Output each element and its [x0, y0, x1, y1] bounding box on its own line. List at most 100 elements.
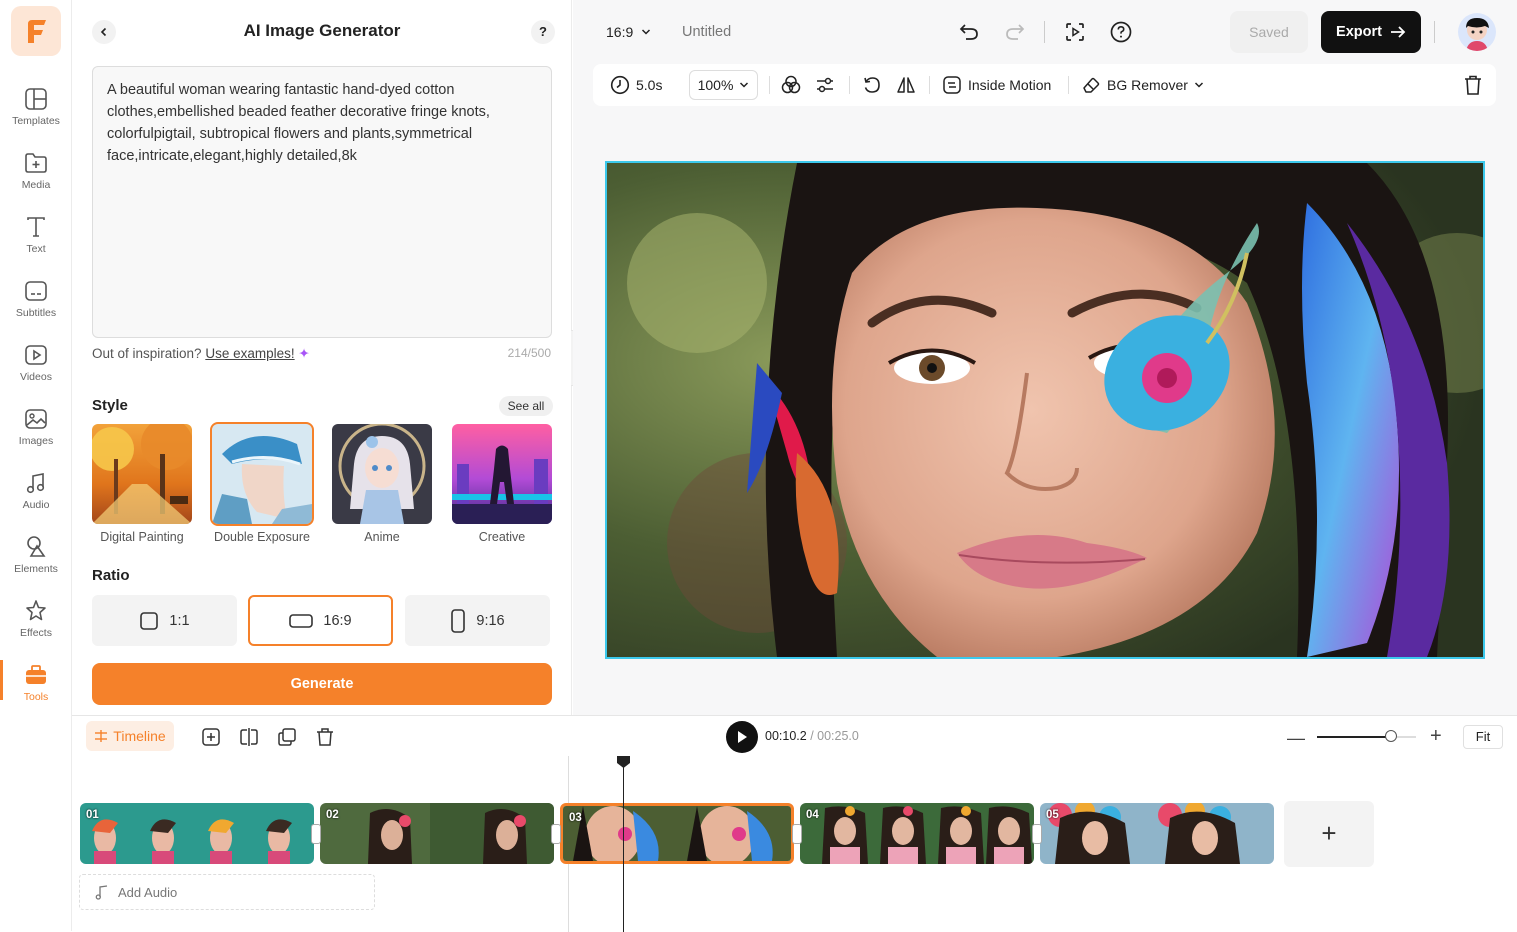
char-count: 214/500: [507, 346, 551, 360]
app-logo[interactable]: [11, 6, 61, 56]
sidebar-item-templates[interactable]: Templates: [0, 80, 72, 140]
rotate-button[interactable]: [861, 64, 883, 106]
clip-04[interactable]: 04: [800, 803, 1034, 864]
zoom-dropdown[interactable]: 100%: [689, 70, 758, 100]
redo-icon[interactable]: [1003, 20, 1027, 44]
filters-button[interactable]: [780, 64, 802, 106]
sidebar-item-elements[interactable]: Elements: [0, 528, 72, 588]
add-track-icon[interactable]: [200, 726, 222, 748]
playhead[interactable]: [623, 756, 624, 932]
timeline-tab-label: Timeline: [113, 728, 166, 744]
style-card-creative[interactable]: Creative: [452, 424, 552, 544]
style-thumbnail: [452, 424, 552, 524]
generate-button[interactable]: Generate: [92, 663, 552, 705]
duration-value: 5.0s: [636, 77, 663, 93]
clip-01[interactable]: 01: [80, 803, 314, 864]
use-examples-link[interactable]: Use examples!: [205, 346, 294, 361]
ratio-option-9-16[interactable]: 9:16: [405, 595, 550, 646]
style-card-anime[interactable]: Anime: [332, 424, 432, 544]
zoom-out-button[interactable]: —: [1287, 728, 1305, 749]
style-card-digital-painting[interactable]: Digital Painting: [92, 424, 192, 544]
zoom-in-button[interactable]: +: [1430, 725, 1442, 748]
add-audio-track[interactable]: Add Audio: [79, 874, 375, 910]
clip-trim-handle[interactable]: [311, 824, 321, 844]
clip-02[interactable]: 02: [320, 803, 554, 864]
project-name[interactable]: Untitled: [682, 24, 731, 40]
ratio-label: 16:9: [323, 612, 352, 629]
style-thumbnail: [92, 424, 192, 524]
ratio-label: 9:16: [476, 612, 505, 629]
duplicate-icon[interactable]: [276, 726, 298, 748]
sidebar-item-subtitles[interactable]: Subtitles: [0, 272, 72, 332]
ai-image-generator-panel: AI Image Generator ? A beautiful woman w…: [72, 0, 572, 715]
clip-03[interactable]: 03: [560, 803, 794, 864]
clip-number: 05: [1046, 809, 1059, 821]
export-button[interactable]: Export: [1321, 11, 1421, 53]
clip-number: 04: [806, 809, 819, 821]
inside-motion-button[interactable]: Inside Motion: [942, 64, 1051, 106]
clip-thumbnails: [80, 803, 314, 864]
clip-trim-handle[interactable]: [551, 824, 561, 844]
adjust-button[interactable]: [814, 64, 836, 106]
sidebar-item-images[interactable]: Images: [0, 400, 72, 460]
playhead-handle-icon[interactable]: [617, 756, 630, 768]
rotate-icon: [864, 77, 880, 93]
inspiration-hint: Out of inspiration? Use examples! ✦: [92, 346, 310, 362]
bg-remover-button[interactable]: BG Remover: [1081, 64, 1204, 106]
ratio-section-title: Ratio: [92, 567, 130, 584]
saved-status-button[interactable]: Saved: [1230, 11, 1308, 53]
music-note-icon: [95, 885, 108, 900]
help-icon[interactable]: [1109, 20, 1133, 44]
play-button[interactable]: [726, 721, 758, 753]
style-card-double-exposure[interactable]: Double Exposure: [210, 422, 314, 544]
sidebar-item-label: Images: [18, 435, 54, 447]
timeline-zoom-slider[interactable]: [1317, 730, 1416, 742]
clip-thumbnails: [563, 806, 791, 861]
user-avatar[interactable]: [1458, 13, 1496, 51]
sidebar-item-audio[interactable]: Audio: [0, 464, 72, 524]
media-icon: [25, 153, 47, 173]
sidebar-item-label: Tools: [23, 691, 49, 703]
timeline-tab[interactable]: Timeline: [86, 721, 174, 751]
subtitles-icon: [25, 281, 47, 301]
sidebar-item-videos[interactable]: Videos: [0, 336, 72, 396]
clip-trim-handle[interactable]: [792, 824, 802, 844]
chevron-down-icon: [1194, 82, 1203, 88]
aspect-ratio-dropdown[interactable]: 16:9: [606, 24, 651, 40]
ratio-option-1-1[interactable]: 1:1: [92, 595, 237, 646]
flip-button[interactable]: [895, 64, 917, 106]
export-label: Export: [1336, 24, 1382, 40]
eraser-icon: [1083, 77, 1100, 93]
sidebar-item-tools[interactable]: Tools: [0, 656, 72, 716]
toolbar-divider: [769, 76, 770, 94]
help-button[interactable]: ?: [531, 20, 555, 44]
play-icon: [738, 731, 747, 743]
prompt-textarea[interactable]: A beautiful woman wearing fantastic hand…: [92, 66, 552, 338]
trash-icon[interactable]: [314, 726, 336, 748]
undo-icon[interactable]: [957, 20, 981, 44]
square-ratio-icon: [140, 611, 159, 630]
style-label: Digital Painting: [100, 530, 184, 544]
clip-05[interactable]: 05: [1040, 803, 1274, 864]
fit-button[interactable]: Fit: [1463, 725, 1503, 749]
add-clip-button[interactable]: +: [1284, 801, 1374, 867]
sidebar-item-text[interactable]: Text: [0, 208, 72, 268]
clip-trim-handle[interactable]: [1032, 824, 1042, 844]
see-all-button[interactable]: See all: [499, 396, 553, 416]
sidebar-item-media[interactable]: Media: [0, 144, 72, 204]
toolbar-divider: [849, 76, 850, 94]
clip-number: 01: [86, 809, 99, 821]
preview-canvas[interactable]: [605, 161, 1485, 659]
clip-thumbnails: [800, 803, 1034, 864]
delete-button[interactable]: [1463, 64, 1483, 106]
inside-motion-label: Inside Motion: [968, 77, 1052, 93]
duration-button[interactable]: 5.0s: [610, 64, 662, 106]
split-icon[interactable]: [238, 726, 260, 748]
preview-play-icon[interactable]: [1063, 20, 1087, 44]
adjust-sliders-icon: [817, 77, 833, 93]
ratio-option-16-9[interactable]: 16:9: [248, 595, 393, 646]
sidebar-item-label: Text: [26, 243, 46, 255]
preview-image: [607, 163, 1483, 657]
sidebar-item-effects[interactable]: Effects: [0, 592, 72, 652]
zoom-slider-knob[interactable]: [1385, 730, 1398, 742]
